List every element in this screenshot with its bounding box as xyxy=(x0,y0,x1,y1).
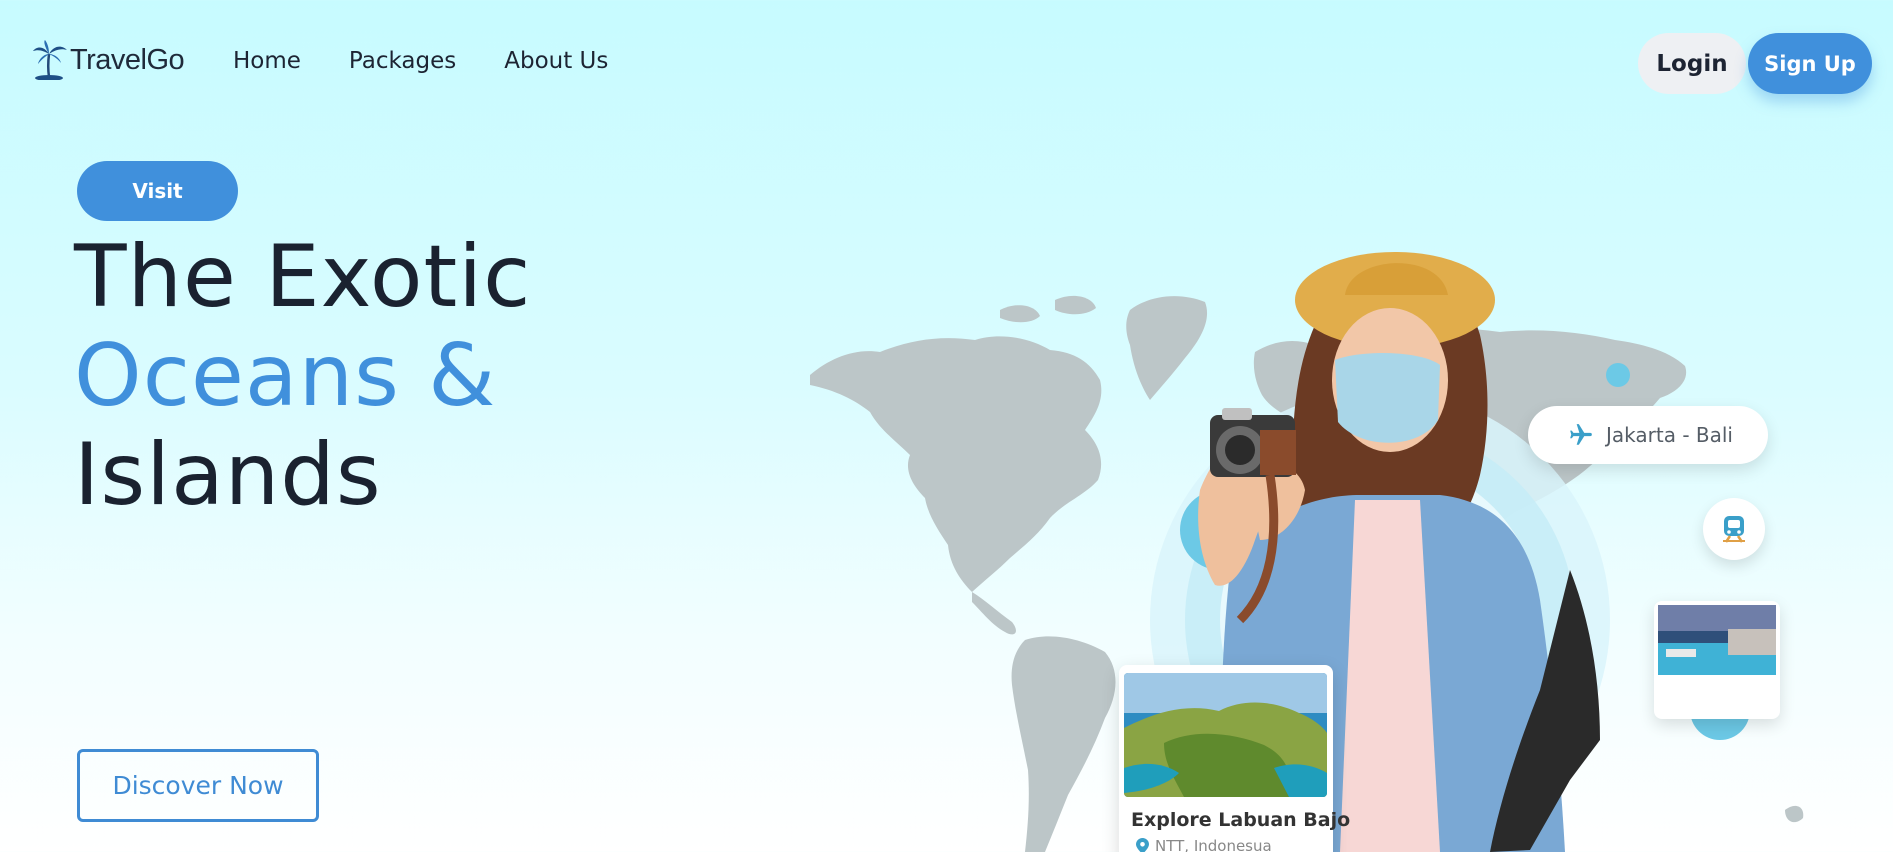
destination-location: NTT, Indonesua xyxy=(1136,837,1328,852)
map-pin-icon xyxy=(1136,838,1149,852)
destination-card[interactable]: Explore Labuan Bajo NTT, Indonesua xyxy=(1119,665,1351,852)
route-pill[interactable]: Jakarta - Bali xyxy=(1528,406,1768,464)
nav-about-us[interactable]: About Us xyxy=(504,48,608,74)
palm-island-icon xyxy=(33,40,67,80)
destination-location-text: NTT, Indonesua xyxy=(1155,837,1272,852)
airplane-icon xyxy=(1570,424,1592,445)
site-header: TravelGo Home Packages About Us Login Si… xyxy=(0,0,1893,128)
destination-title: Explore Labuan Bajo xyxy=(1131,809,1351,831)
nav-packages[interactable]: Packages xyxy=(349,48,456,74)
main-nav: Home Packages About Us xyxy=(233,48,608,74)
hero-title-line-1: The Exotic xyxy=(74,227,532,327)
brand-name: TravelGo xyxy=(70,43,185,76)
brand-logo[interactable]: TravelGo xyxy=(32,40,185,80)
resort-card[interactable] xyxy=(1654,601,1780,719)
transport-button[interactable] xyxy=(1703,498,1765,560)
signup-button[interactable]: Sign Up xyxy=(1748,33,1872,94)
resort-image xyxy=(1658,605,1776,675)
visit-badge: Visit xyxy=(77,161,238,221)
labuan-bajo-image xyxy=(1124,673,1327,797)
hero-title-line-3: Islands xyxy=(74,425,382,525)
hero-title: The Exotic Oceans & Islands xyxy=(74,228,531,525)
login-button[interactable]: Login xyxy=(1638,33,1746,94)
train-icon xyxy=(1723,516,1745,543)
nav-home[interactable]: Home xyxy=(233,48,301,74)
hero-title-line-2: Oceans & xyxy=(74,326,497,426)
discover-now-button[interactable]: Discover Now xyxy=(77,749,319,822)
route-label: Jakarta - Bali xyxy=(1606,423,1733,447)
